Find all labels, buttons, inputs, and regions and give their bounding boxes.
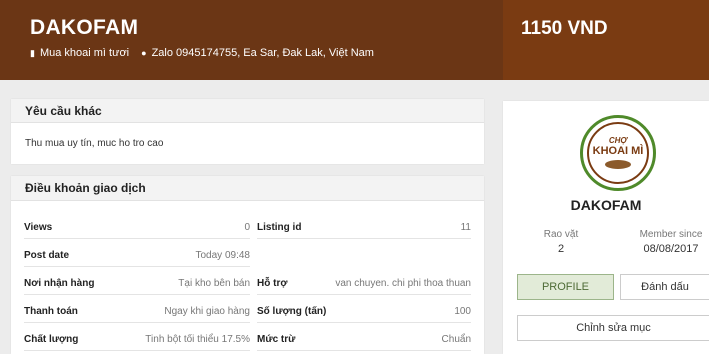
listing-subtitle: ▮ Mua khoai mì tươi ● Zalo 0945174755, E… (30, 47, 374, 59)
member-since-label: Member since (639, 229, 703, 240)
request-text: Thu mua uy tín, muc ho tro cao (25, 137, 164, 149)
profile-button[interactable]: PROFILE (517, 274, 614, 300)
request-heading: Yêu cầu khác (11, 99, 484, 123)
term-row-views: Views 0 (24, 217, 250, 239)
seller-logo[interactable]: CHỢ KHOAI MÌ (580, 115, 656, 191)
listing-price: 1150 VND (521, 18, 608, 39)
category-label[interactable]: Mua khoai mì tươi (40, 47, 129, 59)
term-row-quantity: Số lượng (tấn) 100 (257, 301, 471, 323)
price-panel (503, 0, 709, 80)
listing-title: DAKOFAM (30, 16, 139, 39)
terms-card: Điều khoản giao dịch Views 0 Post date Tod… (11, 176, 484, 354)
seller-name: DAKOFAM (570, 197, 642, 213)
map-pin-icon: ● (141, 48, 147, 58)
term-row-post-date: Post date Today 09:48 (24, 245, 250, 267)
bookmark-icon: ▮ (30, 47, 35, 58)
term-row-listing-id: Listing id 11 (257, 217, 471, 239)
term-row-quality: Chất lượng Tinh bột tối thiểu 17.5% (24, 329, 250, 351)
cassava-logo-icon: CHỢ KHOAI MÌ (587, 122, 649, 184)
term-row-payment: Thanh toán Ngay khi giao hàng (24, 301, 250, 323)
terms-heading: Điều khoản giao dịch (11, 176, 484, 201)
term-row-deduction: Mức trừ Chuẩn (257, 329, 471, 351)
header-bar: DAKOFAM ▮ Mua khoai mì tươi ● Zalo 09451… (0, 0, 503, 80)
request-card: Yêu cầu khác Thu mua uy tín, muc ho tro … (11, 99, 484, 164)
term-row-pickup: Nơi nhận hàng Tại kho bên bán (24, 273, 250, 295)
bookmark-button[interactable]: Đánh dấu (620, 274, 709, 300)
rao-vat-value: 2 (557, 243, 565, 255)
rao-vat-label: Rao vặt (543, 229, 579, 240)
seller-card: CHỢ KHOAI MÌ DAKOFAM Rao vặt 2 Member si… (503, 101, 709, 354)
member-since-value: 08/08/2017 (643, 243, 699, 255)
term-row-support: Hỗ trợ van chuyen. chi phi thoa thuan (257, 273, 471, 295)
contact-location: Zalo 0945174755, Ea Sar, Đak Lak, Việt N… (151, 47, 374, 59)
edit-listing-button[interactable]: Chỉnh sửa mục (517, 315, 709, 341)
